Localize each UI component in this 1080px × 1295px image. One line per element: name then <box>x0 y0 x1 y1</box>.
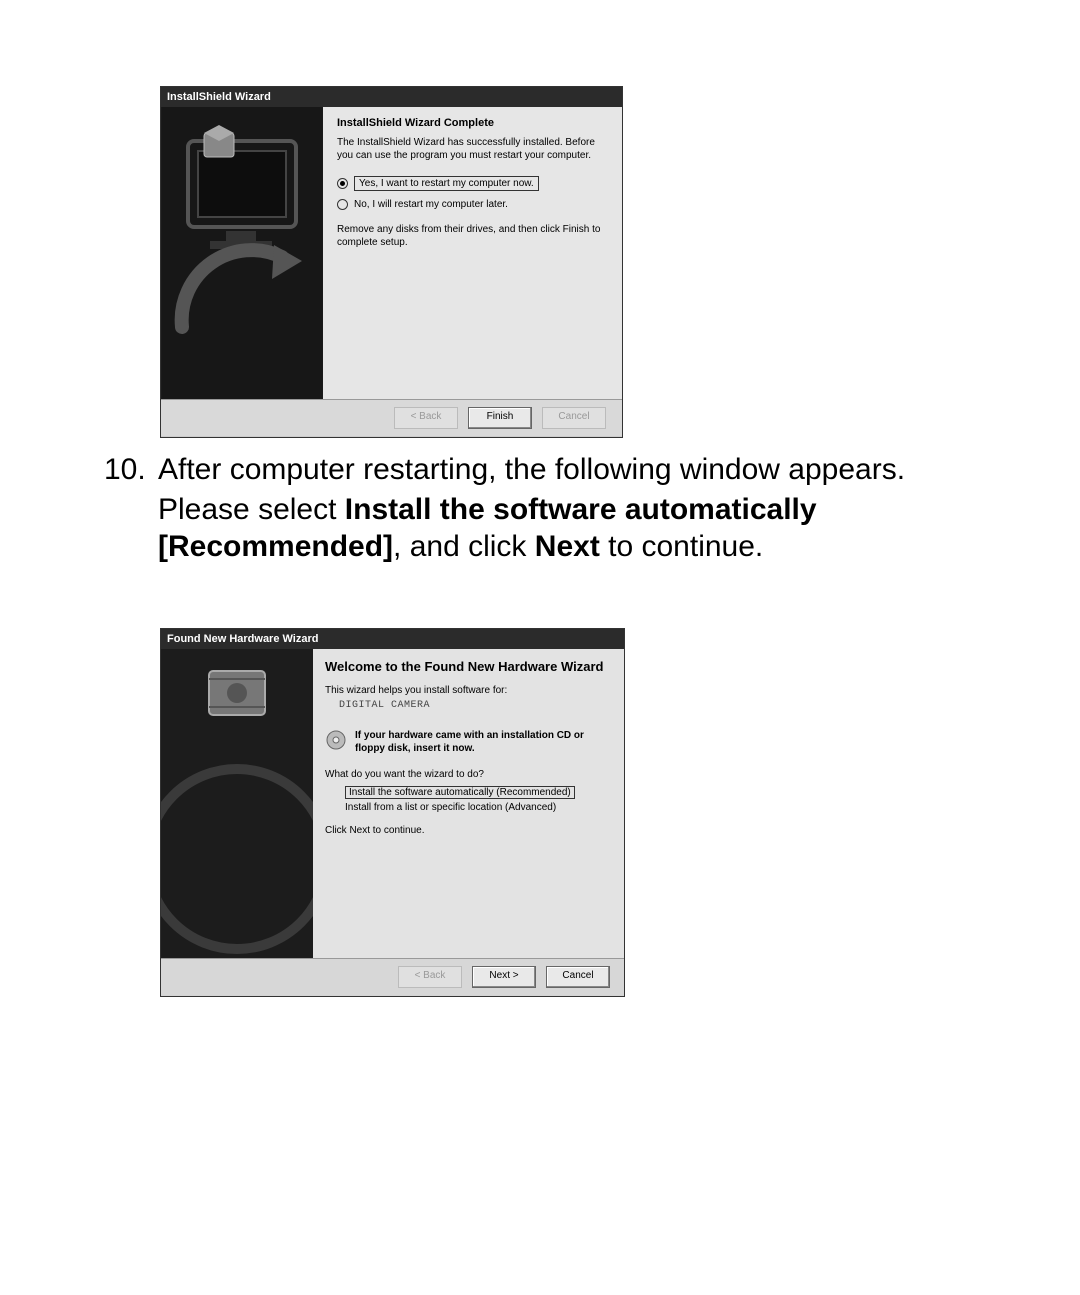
next-button[interactable]: Next > <box>472 966 536 988</box>
instruction-line2: Please select Install the software autom… <box>158 491 958 566</box>
restart-later-option[interactable]: No, I will restart my computer later. <box>337 199 608 210</box>
hardware-wizard-dialog: Found New Hardware Wizard Welcome to the… <box>160 628 625 997</box>
instruction-step-10: 10. After computer restarting, the follo… <box>104 451 974 566</box>
wizard-side-icon <box>161 649 313 958</box>
hardware-wizard-heading: Welcome to the Found New Hardware Wizard <box>325 659 612 675</box>
back-button[interactable]: < Back <box>394 407 458 429</box>
step-number: 10. <box>104 451 158 489</box>
finish-button[interactable]: Finish <box>468 407 532 429</box>
hardware-device-name: DIGITAL CAMERA <box>339 700 612 711</box>
installshield-title: InstallShield Wizard <box>167 91 271 103</box>
wizard-question: What do you want the wizard to do? <box>325 769 612 780</box>
install-auto-label: Install the software automatically (Reco… <box>345 786 575 799</box>
installshield-paragraph: The InstallShield Wizard has successfull… <box>337 137 608 162</box>
cancel-button[interactable]: Cancel <box>546 966 610 988</box>
restart-later-label: No, I will restart my computer later. <box>354 199 508 210</box>
back-button[interactable]: < Back <box>398 966 462 988</box>
install-auto-option[interactable]: Install the software automatically (Reco… <box>339 786 612 799</box>
hardware-wizard-content: Welcome to the Found New Hardware Wizard… <box>313 649 624 958</box>
installshield-footer: < Back Finish Cancel <box>161 399 622 436</box>
install-advanced-label: Install from a list or specific location… <box>345 802 556 813</box>
restart-now-label: Yes, I want to restart my computer now. <box>354 176 539 191</box>
hardware-wizard-sub: This wizard helps you install software f… <box>325 685 612 696</box>
installshield-titlebar: InstallShield Wizard <box>161 87 622 107</box>
instruction-line1: After computer restarting, the following… <box>158 453 905 486</box>
document-page: InstallShield Wizard <box>0 0 1080 1295</box>
hardware-wizard-side-graphic <box>161 649 313 958</box>
monitor-arrow-icon <box>161 107 323 399</box>
hardware-wizard-title: Found New Hardware Wizard <box>167 633 318 645</box>
cd-icon <box>325 729 347 751</box>
cancel-button[interactable]: Cancel <box>542 407 606 429</box>
hardware-wizard-titlebar: Found New Hardware Wizard <box>161 629 624 649</box>
installshield-dialog: InstallShield Wizard <box>160 86 623 438</box>
install-advanced-option[interactable]: Install from a list or specific location… <box>339 802 612 813</box>
hardware-wizard-body: Welcome to the Found New Hardware Wizard… <box>161 649 624 958</box>
radio-icon <box>337 199 348 210</box>
restart-now-option[interactable]: Yes, I want to restart my computer now. <box>337 176 608 191</box>
installshield-heading: InstallShield Wizard Complete <box>337 117 608 129</box>
cd-hint-row: If your hardware came with an installati… <box>325 729 612 755</box>
installshield-side-graphic <box>161 107 323 399</box>
radio-icon <box>337 178 348 189</box>
installshield-note: Remove any disks from their drives, and … <box>337 224 608 249</box>
cd-hint-text: If your hardware came with an installati… <box>355 729 612 755</box>
click-next-text: Click Next to continue. <box>325 825 612 836</box>
installshield-content: InstallShield Wizard Complete The Instal… <box>323 107 622 399</box>
installshield-body: InstallShield Wizard Complete The Instal… <box>161 107 622 399</box>
hardware-wizard-footer: < Back Next > Cancel <box>161 958 624 995</box>
